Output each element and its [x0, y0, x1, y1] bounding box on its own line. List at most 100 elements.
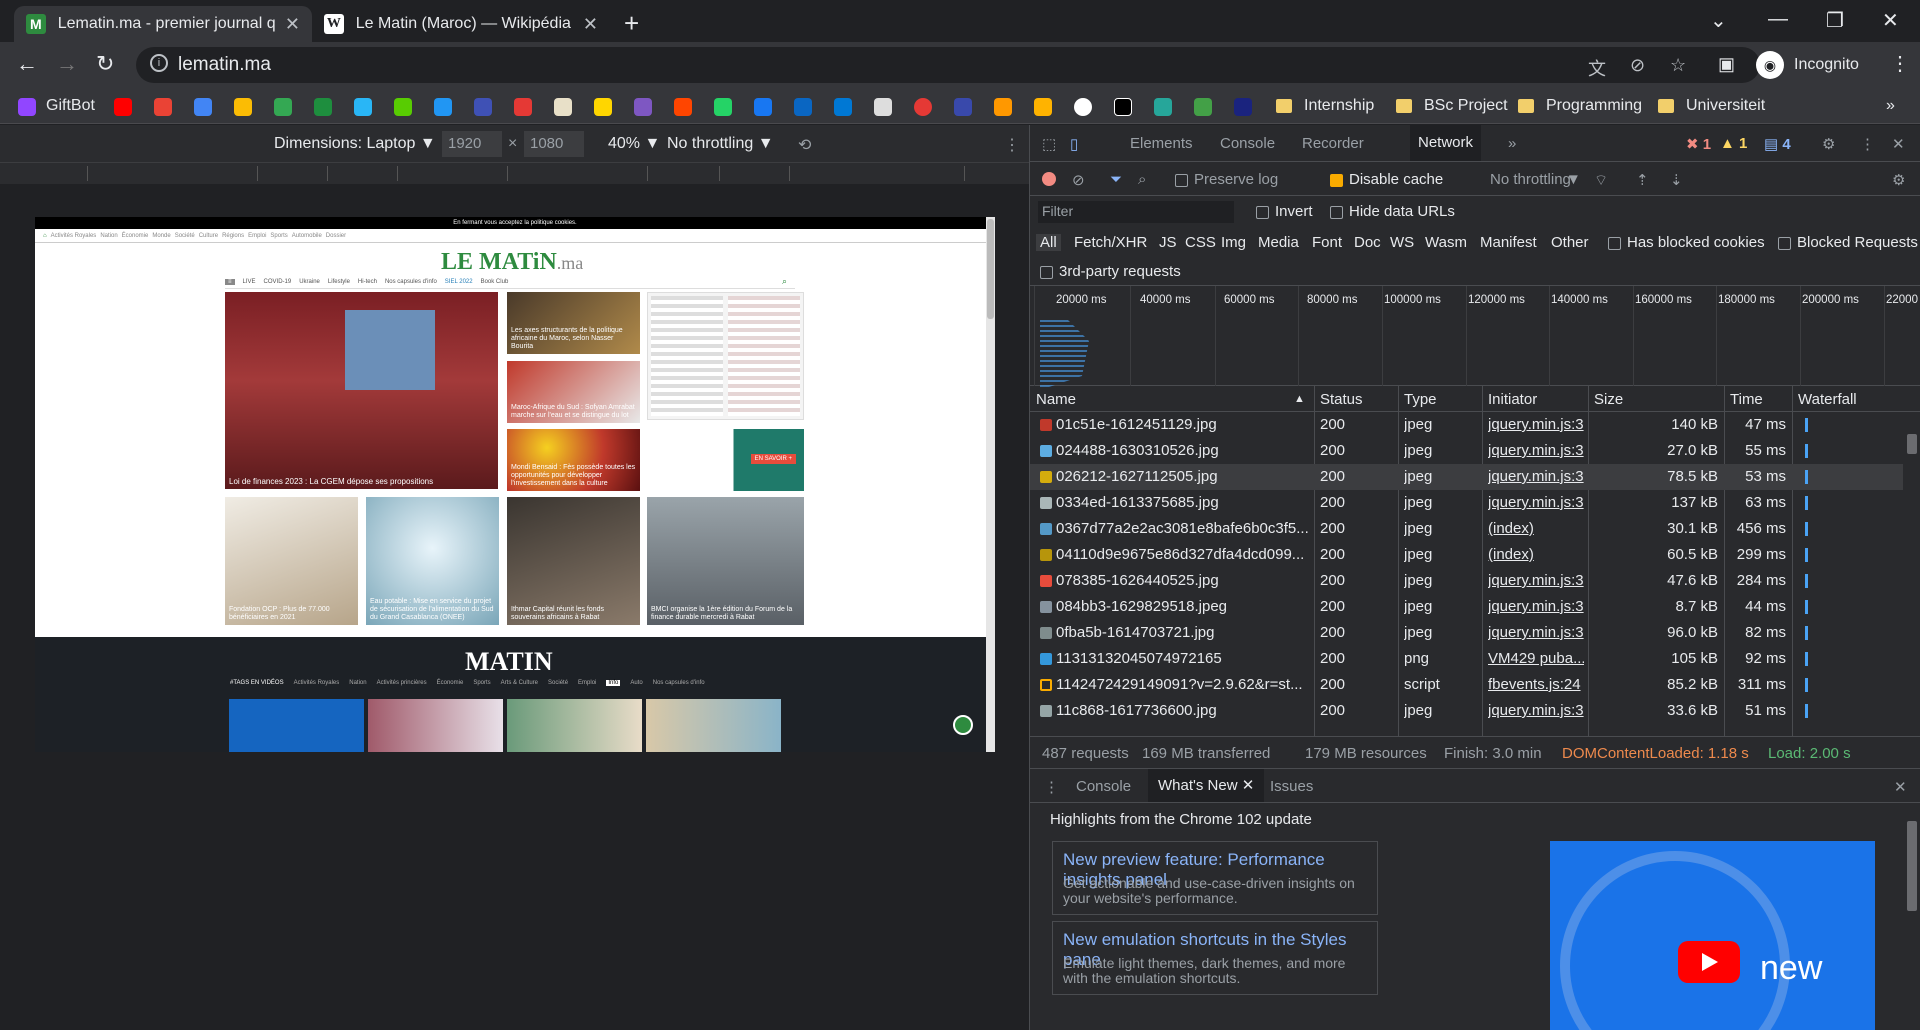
article-thumb[interactable]: Ithmar Capital réunit les fonds souverai… — [507, 497, 640, 625]
nav-link[interactable]: Emploi — [248, 233, 266, 239]
github-icon[interactable] — [1074, 98, 1092, 116]
notification-bell-icon[interactable] — [953, 715, 973, 735]
close-tab-icon[interactable]: ✕ — [583, 14, 598, 35]
reload-icon[interactable]: ↻ — [96, 51, 114, 77]
nav-link[interactable]: Régions — [222, 233, 244, 239]
tab-recorder[interactable]: Recorder — [1302, 135, 1364, 152]
nav-link[interactable]: Hi-tech — [358, 279, 377, 285]
blocked-requests-checkbox[interactable]: Blocked Requests — [1778, 234, 1918, 251]
table-row[interactable]: 04110d9e9675e86d327dfa4dcd099... 200 jpeg (… — [1030, 542, 1903, 568]
imdb-icon[interactable] — [594, 98, 612, 116]
translate-icon[interactable]: 文 — [1588, 55, 1606, 81]
video-thumb[interactable] — [368, 699, 503, 752]
home-icon[interactable]: ⌂ — [43, 233, 47, 239]
search-bookmark-icon[interactable] — [874, 98, 892, 116]
cell-initiator[interactable]: jquery.min.js:3 — [1488, 624, 1584, 641]
bookmark-icon[interactable] — [474, 98, 492, 116]
settings-gear-icon[interactable]: ⚙ — [1822, 135, 1835, 153]
nav-link[interactable]: LIVE — [243, 279, 256, 285]
type-fetch-xhr[interactable]: Fetch/XHR — [1074, 234, 1147, 251]
col-type[interactable]: Type — [1404, 391, 1437, 408]
devtools-menu-icon[interactable]: ⋮ — [1860, 135, 1875, 153]
bookmark-folder-programming[interactable]: Programming — [1518, 96, 1642, 116]
col-status[interactable]: Status — [1320, 391, 1363, 408]
whats-new-scrollbar[interactable] — [1903, 803, 1920, 1030]
cell-initiator[interactable]: (index) — [1488, 546, 1584, 563]
address-bar[interactable]: i lematin.ma 文 ⊘ ☆ — [136, 47, 1760, 83]
bookmark-icon[interactable] — [1194, 98, 1212, 116]
feature-card[interactable]: New preview feature: Performance insight… — [1052, 841, 1378, 915]
table-row[interactable]: 0fba5b-1614703721.jpg 200 jpeg jquery.min.j… — [1030, 620, 1903, 646]
bookmark-icon[interactable] — [794, 98, 812, 116]
article-thumb[interactable]: Maroc-Afrique du Sud : Sofyan Amrabat ma… — [507, 361, 640, 423]
table-row[interactable]: 1142472429149091?v=2.9.62&r=st... 200 scri… — [1030, 672, 1903, 698]
scrollbar-thumb[interactable] — [987, 219, 994, 319]
nav-link[interactable]: Automobile — [292, 233, 322, 239]
video-category[interactable]: #TAGS EN VIDÉOS — [230, 680, 284, 686]
site-info-icon[interactable]: i — [150, 54, 168, 72]
promo-button[interactable]: EN SAVOIR + — [750, 454, 796, 464]
video-category[interactable]: Société — [548, 680, 568, 686]
table-row[interactable]: 11c868-1617736600.jpg 200 jpeg jquery.min.j… — [1030, 698, 1903, 724]
record-icon[interactable] — [1042, 172, 1056, 186]
video-thumb[interactable] — [646, 699, 781, 752]
col-time[interactable]: Time — [1730, 391, 1763, 408]
bookmark-icon[interactable] — [914, 98, 932, 116]
table-row[interactable]: 078385-1626440525.jpg 200 jpeg jquery.min.j… — [1030, 568, 1903, 594]
table-row[interactable]: 0367d77a2e2ac3081e8bafe6b0c3f5... 200 jpeg… — [1030, 516, 1903, 542]
bookmark-giftbot[interactable]: GiftBot — [46, 96, 95, 116]
nav-link[interactable]: Sports — [270, 233, 287, 239]
video-category[interactable]: Arts & Culture — [501, 680, 538, 686]
network-settings-icon[interactable]: ⚙ — [1892, 171, 1905, 189]
lematin-logo[interactable]: LE MATiN.ma — [441, 249, 583, 276]
cell-initiator[interactable]: jquery.min.js:3 — [1488, 572, 1584, 589]
tab-wikipedia[interactable]: W Le Matin (Maroc) — Wikipédia ✕ — [312, 6, 610, 42]
bookmark-icon[interactable] — [314, 98, 332, 116]
close-tab-icon[interactable]: ✕ — [1242, 777, 1255, 794]
message-count[interactable]: ▤ 4 — [1764, 135, 1791, 153]
scrollbar-thumb[interactable] — [1907, 821, 1917, 911]
video-category[interactable]: Nos capsules d'info — [653, 680, 705, 686]
cell-initiator[interactable]: fbevents.js:24 — [1488, 676, 1584, 693]
minimize-icon[interactable]: — — [1768, 8, 1788, 31]
device-dimensions-select[interactable]: Dimensions: Laptop ▼ — [274, 135, 436, 153]
nav-link[interactable]: Culture — [199, 233, 218, 239]
whatsapp-icon[interactable] — [714, 98, 732, 116]
video-category[interactable]: Activités Royales — [294, 680, 340, 686]
tab-search-icon[interactable]: ⌄ — [1710, 8, 1727, 33]
table-row[interactable]: 0334ed-1613375685.jpg 200 jpeg jquery.min.j… — [1030, 490, 1903, 516]
sort-asc-icon[interactable]: ▲ — [1294, 393, 1305, 405]
video-category[interactable]: Nation — [349, 680, 366, 686]
close-window-icon[interactable]: ✕ — [1882, 8, 1899, 33]
twitch-icon[interactable] — [18, 98, 36, 116]
network-conditions-icon[interactable]: ⌔ — [1594, 171, 1608, 190]
gmail-icon[interactable] — [154, 98, 172, 116]
bookmark-icon[interactable] — [1114, 98, 1132, 116]
col-waterfall[interactable]: Waterfall — [1798, 391, 1857, 408]
nav-link[interactable]: Économie — [122, 233, 149, 239]
matin-tv-logo[interactable]: MATIN — [465, 647, 553, 677]
table-row[interactable]: 1131313204507497216​5 200 png VM429 puba...… — [1030, 646, 1903, 672]
close-tab-icon[interactable]: ✕ — [285, 14, 300, 35]
video-thumb[interactable] — [229, 699, 364, 752]
youtube-icon[interactable] — [114, 98, 132, 116]
cell-initiator[interactable]: VM429 puba... — [1488, 650, 1584, 667]
nav-link[interactable]: Nation — [100, 233, 117, 239]
export-har-icon[interactable]: ⇣ — [1670, 171, 1683, 189]
throttling-select[interactable]: No throttling — [1490, 171, 1571, 188]
device-more-icon[interactable]: ⋮ — [1004, 135, 1020, 155]
cell-initiator[interactable]: (index) — [1488, 520, 1584, 537]
width-input[interactable]: 1920 — [442, 131, 502, 157]
type-js[interactable]: JS — [1159, 234, 1177, 251]
table-row[interactable]: 01c51e-1612451129.jpg 200 jpeg jquery.min.j… — [1030, 412, 1903, 438]
video-category[interactable]: Emploi — [578, 680, 596, 686]
newspaper-front-pages[interactable] — [647, 292, 804, 420]
type-img[interactable]: Img — [1221, 234, 1246, 251]
opera-icon[interactable] — [514, 98, 532, 116]
more-tabs-icon[interactable]: » — [1508, 135, 1516, 152]
invert-checkbox[interactable]: Invert — [1256, 203, 1313, 220]
video-category[interactable]: Économie — [437, 680, 464, 686]
type-wasm[interactable]: Wasm — [1425, 234, 1467, 251]
drawer-menu-icon[interactable]: ⋮ — [1044, 778, 1059, 796]
type-manifest[interactable]: Manifest — [1480, 234, 1537, 251]
